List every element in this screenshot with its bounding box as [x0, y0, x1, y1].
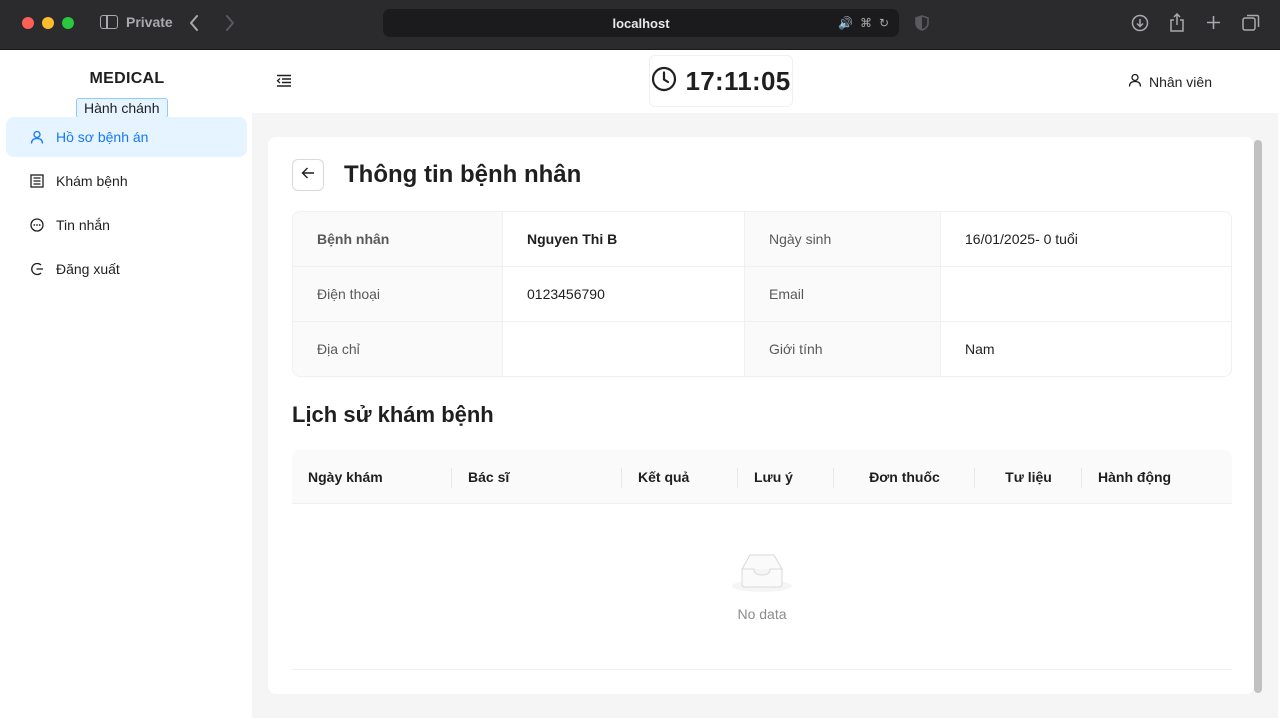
- history-title: Lịch sử khám bệnh: [292, 402, 494, 427]
- user-icon: [30, 130, 44, 144]
- forward-nav-icon[interactable]: [225, 15, 235, 35]
- info-label: Điện thoại: [293, 267, 503, 321]
- address-bar[interactable]: localhost 🔊 ⌘ ↻: [383, 9, 899, 37]
- translate-icon[interactable]: ⌘: [860, 16, 872, 30]
- info-value: Nguyen Thi B: [503, 212, 745, 266]
- content-scrollbar[interactable]: [1254, 140, 1262, 693]
- content-area: Thông tin bệnh nhân Bệnh nhân Nguyen Thi…: [252, 113, 1278, 718]
- column-header[interactable]: Bác sĩ: [452, 450, 622, 503]
- sidebar-item-messages[interactable]: Tin nhắn: [6, 205, 247, 245]
- back-nav-icon[interactable]: [189, 15, 199, 35]
- column-header[interactable]: Kết quả: [622, 450, 738, 503]
- sidebar-item-label: Khám bệnh: [56, 173, 128, 189]
- patient-info-table: Bệnh nhân Nguyen Thi B Ngày sinh 16/01/2…: [292, 211, 1232, 377]
- private-indicator[interactable]: Private: [100, 14, 173, 30]
- page-title: Thông tin bệnh nhân: [344, 161, 582, 188]
- new-tab-icon[interactable]: [1206, 15, 1221, 34]
- column-header[interactable]: Hành động: [1082, 450, 1232, 503]
- sidebar-toggle-icon[interactable]: [100, 15, 118, 29]
- sidebar-item-logout[interactable]: Đăng xuất: [6, 249, 247, 289]
- column-header[interactable]: Đơn thuốc: [834, 450, 975, 503]
- info-label: Email: [745, 267, 941, 321]
- table-header: Ngày khám Bác sĩ Kết quả Lưu ý Đơn thuốc…: [292, 450, 1232, 504]
- info-value: Nam: [965, 341, 995, 357]
- empty-text: No data: [737, 606, 787, 622]
- reload-icon[interactable]: ↻: [879, 16, 889, 30]
- message-icon: [30, 218, 44, 232]
- info-label: Ngày sinh: [745, 212, 941, 266]
- info-row: Điện thoại 0123456790 Email: [293, 267, 1231, 322]
- back-button[interactable]: [292, 159, 324, 191]
- info-label: Địa chỉ: [293, 322, 503, 376]
- user-role-label: Nhân viên: [1148, 73, 1212, 90]
- info-label: Giới tính: [745, 322, 941, 376]
- sidebar-item-label: Hồ sơ bệnh án: [56, 129, 149, 145]
- zoom-window-button[interactable]: [62, 17, 74, 29]
- share-icon[interactable]: [1169, 12, 1185, 36]
- browser-toolbar: Private localhost 🔊 ⌘ ↻: [0, 0, 1280, 50]
- shield-icon[interactable]: [915, 15, 929, 35]
- calculator-icon: [30, 174, 44, 188]
- close-window-button[interactable]: [22, 17, 34, 29]
- app-logo: MEDICAL: [89, 70, 165, 87]
- top-header: 17:11:05 Nhân viên: [252, 50, 1278, 113]
- role-tag: Hành chánh: [76, 98, 168, 118]
- clock-icon: [651, 66, 677, 97]
- arrow-left-icon: [301, 166, 315, 185]
- clock-time: 17:11:05: [685, 65, 791, 96]
- info-row: Bệnh nhân Nguyen Thi B Ngày sinh 16/01/2…: [293, 212, 1231, 267]
- user-icon: [1128, 73, 1142, 90]
- column-header[interactable]: Lưu ý: [738, 450, 834, 503]
- info-row: Địa chỉ Giới tính Nam: [293, 322, 1231, 376]
- history-table: Ngày khám Bác sĩ Kết quả Lưu ý Đơn thuốc…: [292, 450, 1232, 670]
- clock-widget: 17:11:05: [649, 55, 793, 107]
- info-value: [941, 267, 1231, 321]
- info-value: [503, 322, 745, 376]
- sidebar: MEDICAL Hành chánh Hồ sơ bệnh án Khám bệ…: [2, 50, 252, 718]
- user-menu[interactable]: Nhân viên: [1128, 73, 1212, 90]
- minimize-window-button[interactable]: [42, 17, 54, 29]
- empty-state: No data: [292, 504, 1232, 670]
- empty-inbox-icon: [730, 551, 794, 598]
- sidebar-item-examination[interactable]: Khám bệnh: [6, 161, 247, 201]
- sidebar-item-label: Đăng xuất: [56, 261, 120, 277]
- sidebar-item-label: Tin nhắn: [56, 217, 110, 233]
- info-value: 16/01/2025- 0 tuổi: [965, 231, 1078, 247]
- patient-card: Thông tin bệnh nhân Bệnh nhân Nguyen Thi…: [268, 137, 1254, 694]
- private-label: Private: [126, 14, 173, 30]
- column-header[interactable]: Tư liệu: [975, 450, 1082, 503]
- download-icon[interactable]: [1131, 14, 1149, 36]
- url-text: localhost: [612, 16, 670, 31]
- menu-fold-icon[interactable]: [276, 74, 292, 93]
- tab-overview-icon[interactable]: [1242, 14, 1260, 36]
- logout-icon: [30, 262, 44, 276]
- info-value: 0123456790: [503, 267, 745, 321]
- sidebar-item-medical-records[interactable]: Hồ sơ bệnh án: [6, 117, 247, 157]
- info-label: Bệnh nhân: [293, 212, 503, 266]
- audio-icon[interactable]: 🔊: [838, 16, 853, 30]
- column-header[interactable]: Ngày khám: [292, 450, 452, 503]
- app-root: MEDICAL Hành chánh Hồ sơ bệnh án Khám bệ…: [2, 50, 1278, 718]
